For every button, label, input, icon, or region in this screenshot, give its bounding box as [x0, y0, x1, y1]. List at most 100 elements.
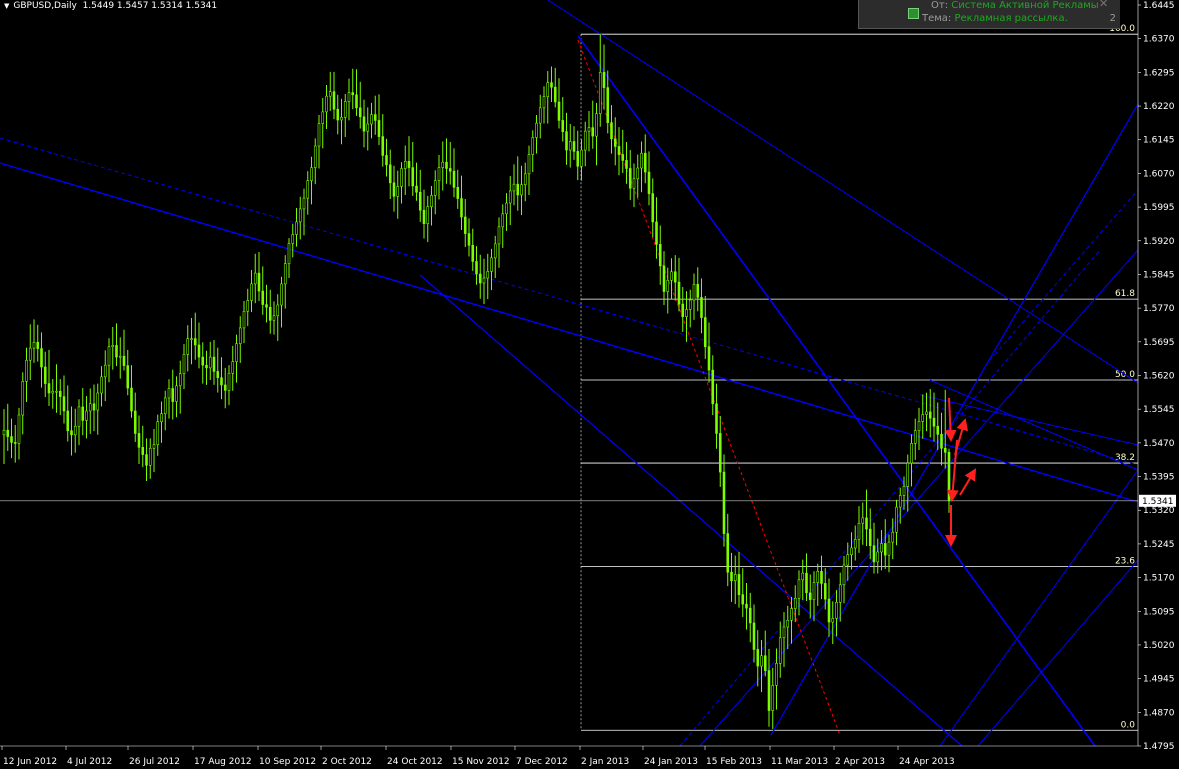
candle-body — [673, 271, 677, 283]
candle-body — [265, 304, 268, 308]
candle-body — [748, 607, 752, 624]
price-tick-label: 1.5095 — [1143, 607, 1175, 617]
candle-body — [182, 354, 186, 375]
fibo-level-label: 0.0 — [1121, 720, 1136, 730]
price-tick-label: 1.5470 — [1143, 439, 1175, 449]
time-tick-label: 15 Feb 2013 — [706, 757, 762, 767]
price-tick-label: 1.5245 — [1143, 540, 1175, 550]
candle-body — [298, 208, 302, 223]
candle-body — [921, 414, 925, 422]
candle-body — [557, 101, 561, 121]
candle-body — [497, 226, 501, 245]
candle-body — [377, 120, 381, 137]
candle-body — [88, 403, 92, 412]
candle-body — [606, 87, 610, 123]
time-tick-label: 24 Jan 2013 — [644, 757, 698, 767]
candle-body — [287, 243, 291, 264]
candle-body — [531, 137, 535, 155]
subject-label: Тема: — [922, 13, 952, 24]
ohlc-label: 1.5449 1.5457 1.5314 1.5341 — [82, 1, 218, 11]
candle-body — [6, 429, 10, 437]
candle-body — [553, 86, 557, 103]
candle-body — [535, 122, 538, 138]
candle-body — [786, 619, 790, 628]
candle-body — [696, 284, 700, 298]
candle-body — [767, 670, 771, 711]
candle-body — [152, 444, 156, 449]
price-tick-label: 1.5845 — [1143, 270, 1175, 280]
candle-body — [332, 91, 336, 110]
price-tick-label: 1.5770 — [1143, 304, 1175, 314]
candle-body — [741, 594, 745, 605]
price-tick-label: 1.5695 — [1143, 338, 1175, 348]
candle-body — [415, 185, 418, 193]
candle-body — [115, 345, 118, 358]
candle-body — [493, 243, 497, 259]
candle-body — [336, 108, 340, 121]
time-tick-label: 4 Jul 2012 — [67, 757, 112, 767]
close-icon[interactable]: ✕ — [1099, 0, 1108, 10]
candle-body — [351, 92, 355, 96]
candle-body — [441, 161, 445, 168]
price-tick-label: 1.4795 — [1143, 742, 1175, 752]
candle-body — [763, 655, 767, 671]
candle-body — [722, 471, 726, 534]
candle-body — [520, 184, 523, 196]
candle-body — [831, 618, 835, 623]
candle-body — [122, 355, 126, 366]
candle-body — [842, 564, 846, 586]
candle-body — [827, 598, 831, 623]
mail-notification-popup[interactable]: ✕ От: Система Активной Рекламы Тема: Рек… — [858, 0, 1120, 29]
candle-body — [617, 146, 621, 155]
candle-body — [940, 434, 943, 449]
candle-body — [651, 193, 655, 223]
candle-body — [692, 284, 696, 301]
price-tick-label: 1.4870 — [1143, 708, 1175, 718]
candle-body — [598, 72, 602, 114]
time-tick-label: 24 Apr 2013 — [899, 757, 955, 767]
candle-body — [137, 433, 141, 448]
fibo-level-label: 23.6 — [1115, 556, 1135, 566]
candle-body — [471, 244, 475, 262]
candle-body — [666, 279, 670, 292]
candle-body — [805, 572, 808, 594]
candle-body — [291, 234, 295, 244]
candle-body — [175, 385, 178, 402]
candle-body — [508, 190, 512, 204]
price-tick-label: 1.5545 — [1143, 405, 1175, 415]
candle-body — [370, 114, 373, 125]
mail-from-row: От: Система Активной Рекламы — [931, 0, 1099, 12]
candle-body — [51, 390, 55, 394]
candle-body — [542, 96, 546, 109]
candle-body — [467, 233, 471, 246]
candle-body — [516, 183, 520, 196]
candle-body — [613, 138, 617, 147]
candle-body — [876, 551, 880, 563]
time-tick-label: 15 Nov 2012 — [452, 757, 510, 767]
candle-body — [313, 145, 317, 168]
time-tick-label: 26 Jul 2012 — [129, 757, 180, 767]
candle-body — [812, 582, 816, 600]
candle-body — [778, 637, 782, 664]
candle-body — [883, 543, 887, 556]
candle-body — [448, 168, 452, 172]
candle-body — [235, 343, 238, 362]
candle-body — [707, 346, 711, 371]
candle-body — [193, 338, 197, 346]
candle-body — [10, 436, 13, 443]
candle-body — [486, 271, 490, 279]
price-chart[interactable]: 100.061.850.038.223.60.0 1.64451.63701.6… — [0, 0, 1179, 769]
candle-body — [426, 206, 430, 225]
candle-body — [602, 72, 606, 88]
dropdown-triangle-icon[interactable]: ▼ — [4, 2, 9, 10]
subject-value: Рекламная рассылка. — [954, 13, 1068, 24]
candle-body — [28, 347, 32, 361]
candle-body — [47, 383, 51, 394]
candle-body — [482, 277, 486, 284]
price-tick-label: 1.6070 — [1143, 169, 1175, 179]
candle-body — [92, 403, 96, 411]
candle-body — [396, 186, 400, 197]
candle-body — [242, 310, 246, 329]
candle-body — [928, 411, 932, 419]
price-tick-label: 1.5620 — [1143, 372, 1175, 382]
